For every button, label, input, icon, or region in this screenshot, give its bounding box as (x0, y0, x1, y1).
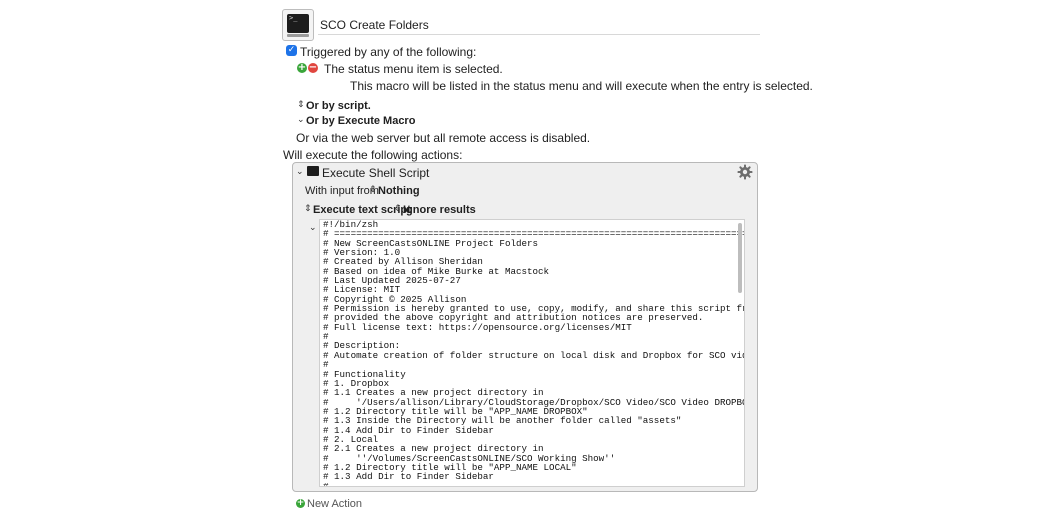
macro-name-field[interactable]: SCO Create Folders (318, 17, 760, 35)
status-menu-trigger-text: The status menu item is selected. (324, 62, 503, 76)
updown-chevron-icon[interactable]: ⇕ (369, 185, 377, 195)
script-text[interactable]: #!/bin/zsh # ===========================… (320, 220, 744, 486)
updown-chevron-icon[interactable]: ⇕ (394, 204, 402, 214)
gear-icon[interactable] (737, 164, 753, 180)
input-from-select[interactable]: Nothing (378, 185, 420, 197)
new-action-icon[interactable]: + (296, 499, 305, 508)
chevron-down-icon[interactable]: ⌄ (297, 115, 305, 125)
script-editor[interactable]: #!/bin/zsh # ===========================… (319, 219, 745, 487)
remove-trigger-icon[interactable]: − (308, 63, 318, 73)
terminal-stand (287, 34, 309, 37)
results-select[interactable]: Ignore results (403, 204, 476, 216)
add-trigger-icon[interactable]: + (297, 63, 307, 73)
action-title: Execute Shell Script (322, 166, 430, 180)
input-from-label: With input from (305, 185, 379, 197)
or-by-script-toggle[interactable]: Or by script. (306, 100, 371, 112)
trigger-label: Triggered by any of the following: (300, 45, 477, 59)
trigger-checkbox[interactable]: ✓ (286, 45, 297, 56)
web-server-text: Or via the web server but all remote acc… (296, 131, 591, 145)
editor-collapse-chevron-icon[interactable]: ⌄ (309, 223, 317, 233)
terminal-icon: >_ (287, 14, 309, 33)
updown-chevron-icon[interactable]: ⇕ (297, 100, 305, 110)
editor-scroll-thumb[interactable] (738, 223, 742, 293)
collapse-chevron-icon[interactable]: ⌄ (296, 167, 304, 177)
or-by-execute-macro-toggle[interactable]: Or by Execute Macro (306, 115, 415, 127)
new-action-button[interactable]: New Action (307, 498, 362, 510)
status-menu-trigger-description: This macro will be listed in the status … (350, 79, 813, 93)
updown-chevron-icon[interactable]: ⇕ (304, 204, 312, 214)
macro-icon[interactable]: >_ (282, 9, 314, 41)
actions-label: Will execute the following actions: (283, 148, 463, 162)
terminal-icon (307, 166, 319, 176)
